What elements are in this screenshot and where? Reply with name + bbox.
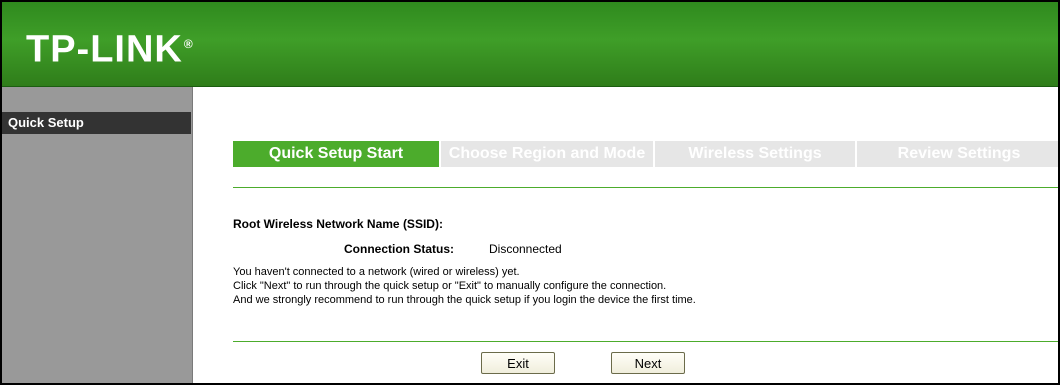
sidebar: Quick Setup	[2, 87, 193, 383]
main-content: Quick Setup Start Choose Region and Mode…	[193, 87, 1058, 383]
exit-button[interactable]: Exit	[481, 352, 555, 374]
logo-text: TP-LINK	[26, 28, 183, 71]
connection-status-value: Disconnected	[489, 242, 562, 256]
next-button[interactable]: Next	[611, 352, 685, 374]
tp-link-logo: TP-LINK®	[26, 24, 194, 70]
sidebar-item-quick-setup[interactable]: Quick Setup	[2, 112, 191, 134]
step-choose-region-and-mode: Choose Region and Mode	[441, 141, 653, 167]
divider-bottom	[233, 341, 1058, 342]
step-wireless-settings: Wireless Settings	[655, 141, 855, 167]
setup-steps: Quick Setup Start Choose Region and Mode…	[233, 141, 1058, 167]
sidebar-item-label: Quick Setup	[8, 115, 84, 130]
step-label: Review Settings	[897, 145, 1021, 162]
message-line-2: Click "Next" to run through the quick se…	[233, 280, 667, 292]
page-frame: TP-LINK® Quick Setup Quick Setup Start C…	[0, 0, 1060, 385]
ssid-label: Root Wireless Network Name (SSID):	[233, 217, 443, 231]
registered-mark: ®	[183, 37, 194, 51]
step-review-settings: Review Settings	[857, 141, 1058, 167]
header: TP-LINK®	[2, 2, 1058, 87]
step-label: Choose Region and Mode	[448, 145, 646, 162]
message-line-1: You haven't connected to a network (wire…	[233, 266, 520, 278]
step-label: Quick Setup Start	[268, 145, 404, 162]
message-line-3: And we strongly recommend to run through…	[233, 294, 696, 306]
step-label: Wireless Settings	[688, 145, 822, 162]
step-quick-setup-start: Quick Setup Start	[233, 141, 439, 167]
connection-status-label: Connection Status:	[344, 242, 454, 256]
divider-top	[233, 187, 1058, 188]
